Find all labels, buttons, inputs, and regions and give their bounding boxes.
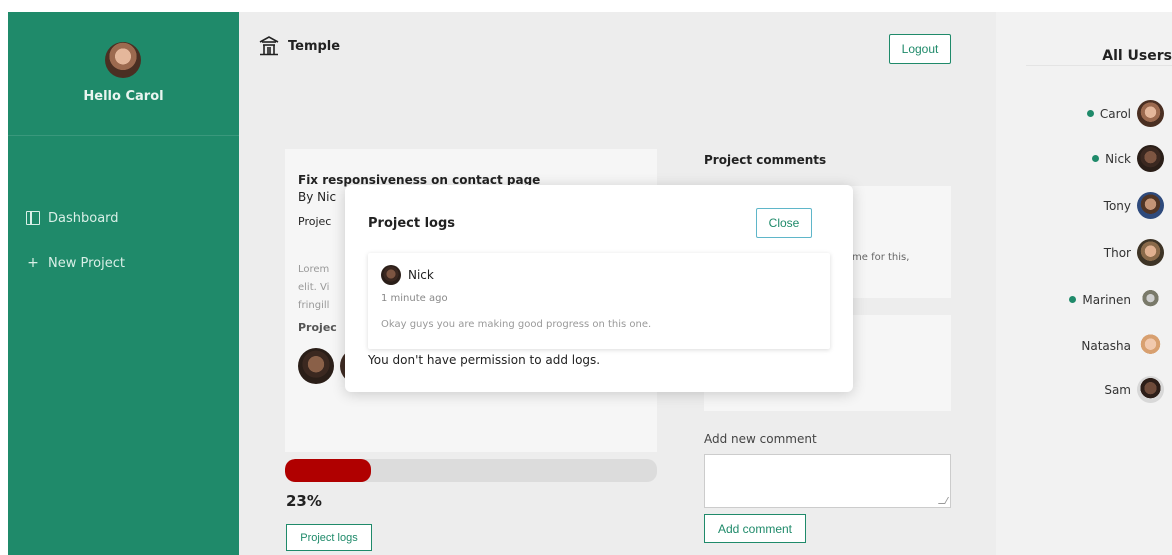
sidebar-nav: Dashboard + New Project — [26, 208, 125, 298]
avatar — [1137, 376, 1164, 403]
project-logs-button[interactable]: Project logs — [286, 524, 372, 551]
user-name: Natasha — [1081, 338, 1131, 353]
user-name: Marinen — [1082, 292, 1131, 307]
add-comment-button[interactable]: Add comment — [704, 514, 806, 543]
sidebar-header: Hello Carol — [8, 12, 239, 136]
sidebar: Hello Carol Dashboard + New Project — [8, 12, 239, 555]
plus-icon: + — [27, 255, 39, 271]
avatar — [1137, 100, 1164, 127]
user-name: Nick — [1105, 151, 1131, 166]
user-item[interactable]: Thor — [1104, 239, 1164, 266]
log-author: Nick — [408, 268, 434, 282]
online-indicator — [1086, 110, 1094, 117]
online-indicator — [1069, 296, 1077, 303]
user-name: Tony — [1103, 198, 1131, 213]
comments-title: Project comments — [704, 153, 827, 167]
add-comment-label: Add new comment — [704, 432, 817, 446]
users-panel: All Users Carol Nick Tony Thor Marinen N… — [996, 12, 1172, 555]
comment-textarea[interactable] — [704, 454, 951, 508]
online-indicator — [1092, 155, 1100, 162]
avatar — [105, 42, 141, 78]
divider — [1026, 65, 1172, 66]
temple-icon — [259, 36, 279, 56]
avatar — [298, 348, 334, 384]
avatar — [1137, 286, 1164, 313]
user-item[interactable]: Marinen — [1069, 286, 1164, 313]
user-item[interactable]: Sam — [1104, 376, 1164, 403]
user-name: Thor — [1103, 245, 1131, 260]
brand-name: Temple — [288, 38, 341, 54]
user-item[interactable]: Carol — [1086, 100, 1164, 127]
progress-fill — [285, 459, 371, 482]
sidebar-item-dashboard[interactable]: Dashboard — [26, 208, 125, 228]
avatar — [1137, 145, 1164, 172]
avatar — [1137, 332, 1164, 359]
project-label: Projec — [298, 215, 332, 228]
progress-percent: 23% — [286, 492, 322, 510]
project-logs-modal: Project logs Close Nick 1 minute ago Oka… — [345, 185, 853, 392]
close-button[interactable]: Close — [756, 208, 812, 238]
user-item[interactable]: Nick — [1092, 145, 1164, 172]
log-entry: Nick 1 minute ago Okay guys you are maki… — [368, 253, 830, 349]
team-label: Projec — [298, 321, 337, 334]
sidebar-item-new-project[interactable]: + New Project — [26, 253, 125, 273]
user-item[interactable]: Tony — [1104, 192, 1164, 219]
avatar — [381, 265, 401, 285]
greeting: Hello Carol — [83, 89, 164, 104]
app-frame: Hello Carol Dashboard + New Project Temp… — [8, 12, 1172, 555]
project-author: By Nic — [298, 190, 337, 204]
log-timestamp: 1 minute ago — [381, 293, 448, 304]
sidebar-item-label: New Project — [48, 255, 125, 271]
avatar — [1137, 192, 1164, 219]
dashboard-icon — [26, 211, 40, 225]
sidebar-item-label: Dashboard — [48, 210, 119, 226]
progress-bar — [285, 459, 657, 482]
user-name: Sam — [1104, 382, 1131, 397]
permission-note: You don't have permission to add logs. — [368, 353, 601, 367]
user-name: Carol — [1099, 106, 1131, 121]
user-item[interactable]: Natasha — [1081, 332, 1164, 359]
log-text: Okay guys you are making good progress o… — [381, 319, 652, 330]
users-title: All Users — [1102, 48, 1172, 64]
brand[interactable]: Temple — [258, 36, 340, 56]
avatar — [1137, 239, 1164, 266]
logout-button[interactable]: Logout — [889, 34, 951, 64]
comment-text: me for this, — [852, 252, 910, 263]
modal-title: Project logs — [368, 216, 456, 231]
